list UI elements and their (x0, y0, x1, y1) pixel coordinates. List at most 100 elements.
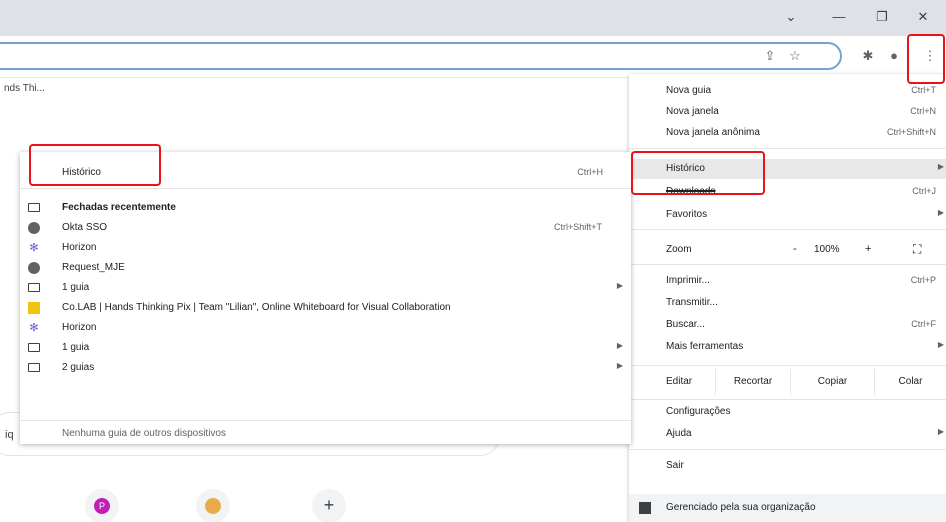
toolbar: ⇪ ☆ ✱ ● ⋮ (0, 36, 946, 78)
menu-label: Nova janela (666, 106, 719, 117)
tab-icon (28, 363, 40, 372)
menu-item-more-tools[interactable]: Mais ferramentas ▶ (629, 337, 946, 357)
menu-divider (629, 229, 946, 230)
chevron-right-icon: ▶ (616, 361, 623, 370)
menu-item-zoom: Zoom - 100% + ⛶ (629, 240, 946, 260)
menu-item-edit: Editar Recortar Copiar Colar (629, 369, 946, 395)
menu-item-cast[interactable]: Transmitir... (629, 293, 946, 313)
address-bar[interactable]: ⇪ ☆ (0, 42, 842, 70)
menu-shortcut: Ctrl+Shift+N (886, 127, 936, 137)
annotation-box-history-item (631, 151, 765, 195)
star-icon[interactable]: ☆ (785, 46, 805, 66)
history-item-label: Horizon (62, 242, 97, 253)
tab-icon (28, 343, 40, 352)
menu-label: Favoritos (666, 209, 708, 220)
restore-icon[interactable]: ❐ (869, 6, 895, 28)
horizon-icon: ✻ (29, 242, 39, 254)
history-item-label: 1 guia (62, 282, 90, 293)
menu-divider (20, 188, 631, 189)
tab-search-icon[interactable]: ⌄ (778, 6, 804, 28)
managed-label: Gerenciado pela sua organização (666, 502, 816, 513)
menu-label: Ajuda (666, 428, 692, 439)
other-devices-item: Nenhuma guia de outros dispositivos (20, 424, 631, 444)
copy-button[interactable]: Copiar (790, 369, 874, 395)
menu-label: Configurações (666, 406, 731, 417)
history-item-label: Co.LAB | Hands Thinking Pix | Team "Lili… (62, 302, 451, 313)
history-item[interactable]: Co.LAB | Hands Thinking Pix | Team "Lili… (20, 298, 631, 318)
chevron-right-icon: ▶ (616, 281, 623, 290)
cut-button[interactable]: Recortar (715, 369, 790, 395)
fullscreen-icon[interactable]: ⛶ (913, 242, 921, 257)
tab-icon (28, 283, 40, 292)
menu-shortcut: Ctrl+T (911, 85, 936, 95)
history-item[interactable]: 1 guia ▶ (20, 278, 631, 298)
menu-divider (629, 449, 946, 450)
menu-divider (20, 420, 631, 421)
menu-shortcut: Ctrl+F (911, 319, 936, 329)
menu-item-exit[interactable]: Sair (629, 456, 946, 476)
history-item-label: Request_MJE (62, 262, 125, 273)
paste-button[interactable]: Colar (874, 369, 946, 395)
share-icon[interactable]: ⇪ (760, 46, 780, 66)
shortcut-avatar: P (94, 498, 110, 514)
shortcut-favicon (205, 498, 221, 514)
title-bar: ⌄ — ❐ ✕ (0, 0, 946, 36)
history-item[interactable]: ✻ Horizon (20, 238, 631, 258)
menu-divider (629, 365, 946, 366)
history-item-label: Horizon (62, 322, 97, 333)
history-item[interactable]: 1 guia ▶ (20, 338, 631, 358)
history-shortcut: Ctrl+H (577, 167, 603, 177)
recently-closed-label: Fechadas recentemente (62, 202, 176, 213)
menu-item-help[interactable]: Ajuda ▶ (629, 424, 946, 444)
menu-item-incognito[interactable]: Nova janela anônima Ctrl+Shift+N (629, 123, 946, 143)
chevron-right-icon: ▶ (616, 341, 623, 350)
menu-divider (629, 264, 946, 265)
globe-icon (28, 262, 40, 274)
history-item-label: 1 guia (62, 342, 90, 353)
history-item[interactable]: ✻ Horizon (20, 318, 631, 338)
minimize-icon[interactable]: — (826, 6, 852, 28)
colab-icon (28, 302, 40, 314)
chevron-right-icon: ▶ (937, 162, 944, 171)
profile-icon[interactable]: ● (884, 46, 904, 66)
menu-item-favorites[interactable]: Favoritos ▶ (629, 205, 946, 225)
history-item[interactable]: 2 guias ▶ (20, 358, 631, 378)
menu-label: Buscar... (666, 319, 705, 330)
menu-item-new-window[interactable]: Nova janela Ctrl+N (629, 102, 946, 122)
menu-divider (629, 148, 946, 149)
menu-shortcut: Ctrl+P (910, 275, 936, 285)
chrome-main-menu: Nova guia Ctrl+T Nova janela Ctrl+N Nova… (629, 74, 946, 522)
history-item[interactable]: Request_MJE (20, 258, 631, 278)
menu-divider (629, 399, 946, 400)
history-item[interactable]: Okta SSO Ctrl+Shift+T (20, 218, 631, 238)
chevron-right-icon: ▶ (937, 208, 944, 217)
extensions-icon[interactable]: ✱ (858, 46, 878, 66)
recently-closed-header: Fechadas recentemente (20, 198, 631, 218)
history-submenu: Histórico Ctrl+H Fechadas recentemente O… (20, 152, 631, 444)
globe-icon (28, 222, 40, 234)
search-box-text: iq (5, 429, 14, 441)
chevron-right-icon: ▶ (937, 427, 944, 436)
add-shortcut-button[interactable]: + (312, 489, 346, 522)
managed-by-org[interactable]: Gerenciado pela sua organização (629, 494, 946, 522)
tab-icon (28, 203, 40, 212)
zoom-in-button[interactable]: + (865, 243, 871, 255)
shortcut-tile[interactable]: P (85, 489, 119, 522)
chevron-right-icon: ▶ (937, 340, 944, 349)
plus-icon: + (323, 495, 335, 515)
annotation-box-menu-button (907, 34, 945, 84)
menu-item-settings[interactable]: Configurações (629, 402, 946, 422)
close-icon[interactable]: ✕ (910, 6, 936, 28)
menu-label: Mais ferramentas (666, 341, 744, 352)
menu-item-print[interactable]: Imprimir... Ctrl+P (629, 271, 946, 291)
menu-label: Zoom (666, 244, 692, 255)
zoom-out-button[interactable]: - (793, 243, 797, 255)
history-item-label: Okta SSO (62, 222, 108, 233)
menu-item-new-tab[interactable]: Nova guia Ctrl+T (629, 81, 946, 101)
menu-shortcut: Ctrl+J (912, 186, 936, 196)
annotation-box-history-submenu (29, 144, 161, 186)
shortcut-tile[interactable] (196, 489, 230, 522)
menu-item-find[interactable]: Buscar... Ctrl+F (629, 315, 946, 335)
bookmark-item[interactable]: nds Thi... (4, 83, 45, 94)
history-item-label: 2 guias (62, 362, 95, 373)
